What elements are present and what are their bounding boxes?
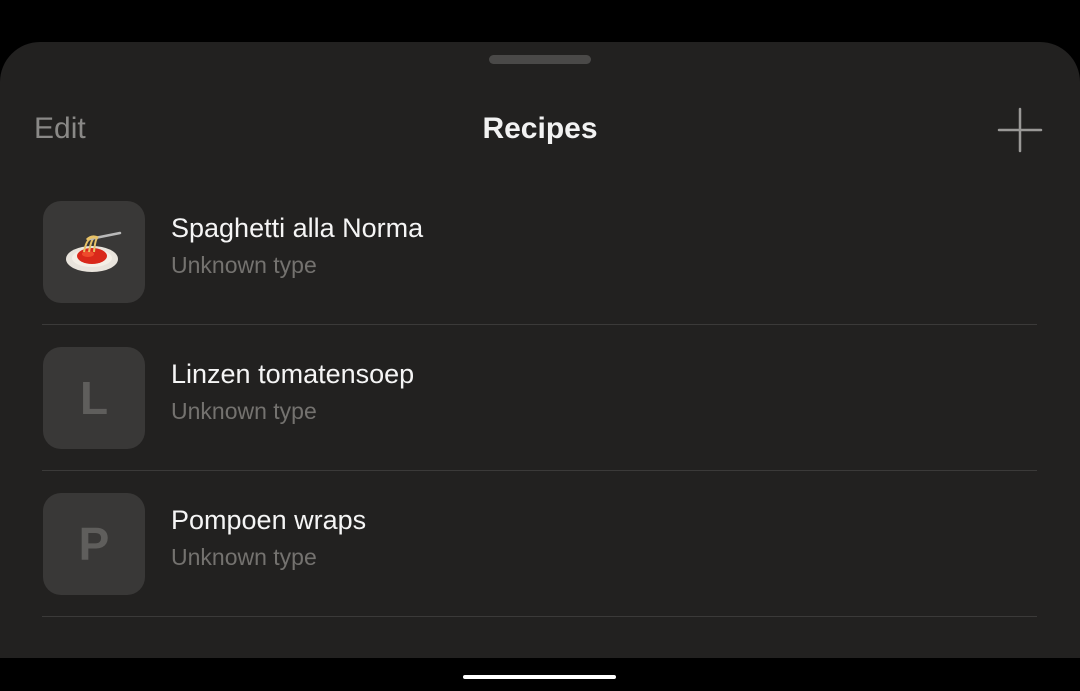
- thumbnail-letter: L: [79, 372, 109, 424]
- spaghetti-icon: [66, 231, 122, 272]
- page-title: Recipes: [482, 112, 598, 145]
- home-indicator[interactable]: [463, 675, 616, 679]
- recipe-row[interactable]: L Linzen tomatensoep Unknown type: [42, 325, 1037, 471]
- recipe-row[interactable]: Spaghetti alla Norma Unknown type: [42, 179, 1037, 325]
- plus-icon: [997, 107, 1043, 153]
- recipe-list: Spaghetti alla Norma Unknown type L Linz…: [42, 179, 1037, 617]
- header: Edit Recipes: [0, 97, 1080, 163]
- add-recipe-button[interactable]: [996, 105, 1044, 153]
- recipe-type: Unknown type: [171, 398, 317, 424]
- recipe-type: Unknown type: [171, 544, 317, 570]
- recipe-thumbnail: L: [43, 347, 145, 449]
- thumbnail-letter: P: [78, 518, 110, 570]
- recipe-title: Spaghetti alla Norma: [171, 213, 424, 243]
- recipe-type: Unknown type: [171, 252, 317, 278]
- recipe-row[interactable]: P Pompoen wraps Unknown type: [42, 471, 1037, 617]
- recipe-thumbnail: P: [43, 493, 145, 595]
- recipes-sheet: Edit Recipes Spaghetti alla Norma Unknow…: [0, 42, 1080, 658]
- app-screen: Edit Recipes Spaghetti alla Norma Unknow…: [0, 0, 1080, 691]
- sheet-drag-handle[interactable]: [489, 55, 591, 64]
- recipe-thumbnail: [43, 201, 145, 303]
- recipe-title: Linzen tomatensoep: [171, 359, 415, 389]
- recipe-title: Pompoen wraps: [171, 505, 367, 535]
